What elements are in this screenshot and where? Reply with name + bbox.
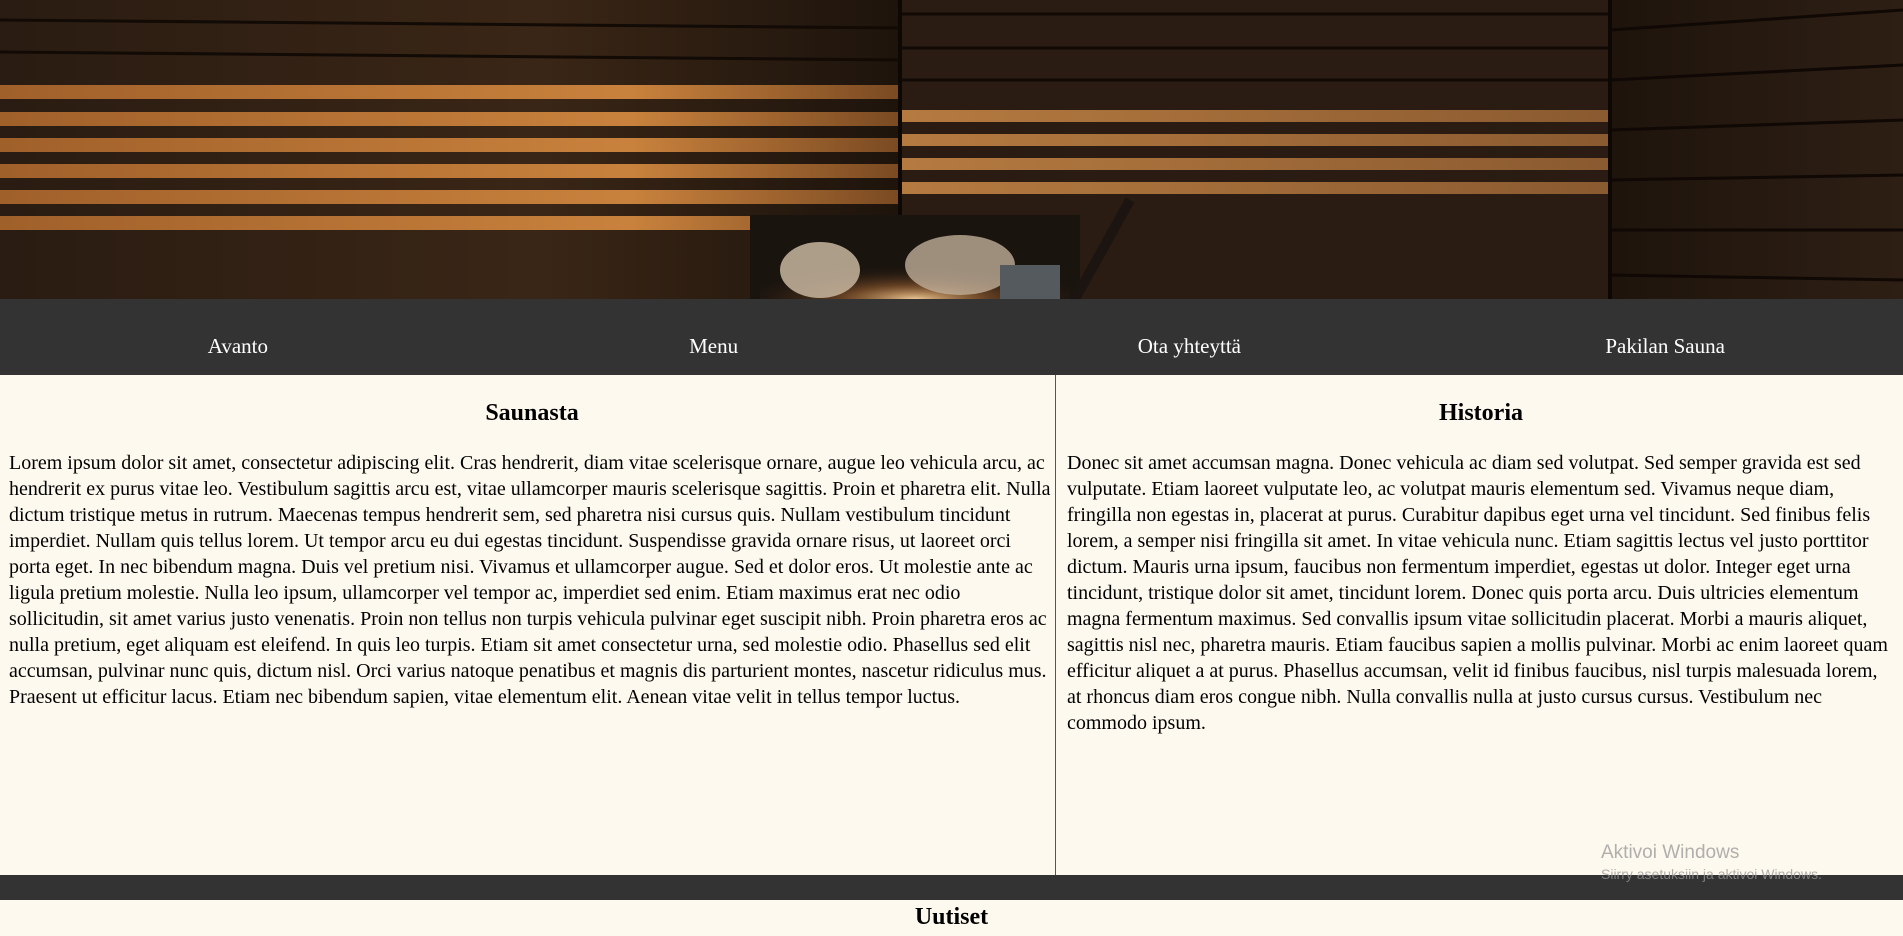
section-body: Lorem ipsum dolor sit amet, consectetur … (9, 452, 1051, 708)
watermark-subtitle: Siirry asetuksiin ja aktivoi Windows. (1601, 866, 1822, 882)
nav-item-menu[interactable]: Menu (476, 299, 952, 375)
nav-item-label[interactable]: Menu (689, 334, 738, 359)
nav-item-label[interactable]: Pakilan Sauna (1605, 334, 1725, 359)
section-historia: Historia Donec sit amet accumsan magna. … (1056, 375, 1903, 875)
nav-item-label[interactable]: Avanto (208, 334, 268, 359)
main-content: Saunasta Lorem ipsum dolor sit amet, con… (0, 375, 1903, 875)
section-saunasta: Saunasta Lorem ipsum dolor sit amet, con… (0, 375, 1056, 875)
sauna-interior-image (0, 0, 1903, 299)
news-title: Uutiset (914, 904, 989, 930)
nav-item-pakilan-sauna[interactable]: Pakilan Sauna (1427, 299, 1903, 375)
nav-item-avanto[interactable]: Avanto (0, 299, 476, 375)
nav-item-label[interactable]: Ota yhteyttä (1138, 334, 1241, 359)
windows-activation-watermark: Aktivoi Windows Siirry asetuksiin ja akt… (1601, 841, 1822, 883)
nav-item-ota-yhteytta[interactable]: Ota yhteyttä (952, 299, 1428, 375)
section-title: Saunasta (485, 400, 579, 426)
section-title: Historia (1439, 400, 1523, 426)
main-navigation: Avanto Menu Ota yhteyttä Pakilan Sauna (0, 299, 1903, 375)
hero-image (0, 0, 1903, 299)
section-body: Donec sit amet accumsan magna. Donec veh… (1067, 452, 1888, 734)
watermark-title: Aktivoi Windows (1601, 842, 1740, 863)
